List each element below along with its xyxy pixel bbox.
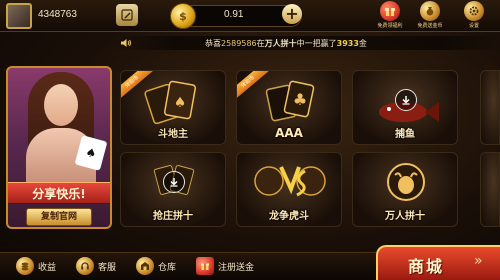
coin-balance: 0.91 [224, 9, 244, 20]
announcement-middle: 在 [256, 39, 265, 48]
customer-service-label: 客服 [98, 262, 117, 273]
game-tile-fishing[interactable]: 捕鱼 [352, 70, 458, 145]
gear-icon [464, 1, 484, 21]
add-coins-button[interactable]: + [282, 4, 302, 24]
warehouse-label: 仓库 [158, 262, 177, 273]
gift-ball-icon [380, 1, 400, 21]
warehouse-icon [136, 257, 154, 275]
customer-service-button[interactable]: 客服 [76, 255, 116, 277]
register-bonus-button[interactable]: 注册送金 [196, 255, 254, 277]
svg-text:♠: ♠ [174, 95, 187, 111]
promo-hostess-face [44, 84, 78, 126]
coin-stack-icon [16, 257, 34, 275]
game-tile-doudizhu[interactable]: 体验场 ♠ 斗地主 [120, 70, 226, 145]
coin-bag-icon [420, 1, 440, 21]
game-tile-wanren[interactable]: 万人拼十 [352, 152, 458, 227]
shop-label: 商城 [408, 257, 445, 276]
avatar[interactable] [6, 3, 32, 29]
svg-text:$: $ [179, 10, 187, 23]
bull-emblem-icon [387, 163, 425, 201]
gift-box-icon [196, 257, 214, 275]
game-tile-partial[interactable] [480, 152, 500, 227]
promo-ribbon: 分享快乐! [8, 182, 110, 204]
game-tile-partial[interactable] [480, 70, 500, 145]
game-name: AAA [275, 126, 303, 140]
earnings-button[interactable]: 收益 [16, 255, 56, 277]
announcement-win-text: 中一把赢了 [296, 39, 337, 48]
speaker-icon [118, 36, 134, 50]
share-promo-card[interactable]: ♠ 分享快乐! 复制官网 [6, 66, 112, 229]
user-id: 4348763 [38, 9, 77, 20]
game-name: 斗地主 [158, 129, 188, 140]
copy-website-button[interactable]: 复制官网 [26, 208, 92, 226]
register-bonus-label: 注册送金 [218, 262, 255, 273]
headset-icon [76, 257, 94, 275]
download-icon[interactable] [163, 171, 185, 193]
game-tile-aaa[interactable]: 体验场 ♣ AAA [236, 70, 342, 145]
announcement-game: 万人拼十 [264, 39, 297, 48]
game-name: 龙争虎斗 [269, 211, 309, 222]
announcement-unit: 金 [358, 39, 367, 48]
free-coins-button[interactable]: 免费送金币 [412, 0, 448, 32]
edit-profile-button[interactable] [116, 4, 138, 26]
earnings-label: 收益 [38, 262, 57, 273]
warehouse-button[interactable]: 仓库 [136, 255, 176, 277]
settings-button[interactable]: 设置 [456, 0, 492, 32]
game-name: 抢庄拼十 [153, 211, 193, 222]
announcement-player-id: 2589586 [221, 39, 257, 48]
cards-icon: ♠ [144, 80, 197, 125]
game-name: 捕鱼 [395, 129, 415, 140]
coin-icon: $ [170, 3, 196, 29]
settings-label: 设置 [468, 23, 479, 29]
vs-emblem-icon [254, 166, 326, 197]
announcement-text: 恭喜2589586在万人拼十中一把赢了3933金 [205, 38, 367, 49]
free-welfare-label: 免费领福利 [377, 23, 403, 29]
club-card-icon: ♣ [265, 80, 315, 122]
free-welfare-button[interactable]: 免费领福利 [372, 0, 408, 32]
double-chevron-right-icon: » [474, 253, 483, 269]
announcement-prefix: 恭喜 [205, 39, 221, 48]
game-tile-qiangzhuang[interactable]: 抢庄拼十 [120, 152, 226, 227]
free-coins-label: 免费送金币 [417, 23, 443, 29]
shop-button[interactable]: 商城 » [376, 245, 500, 280]
game-name: 万人拼十 [385, 211, 425, 222]
game-tile-longhu[interactable]: 龙争虎斗 [236, 152, 342, 227]
svg-text:♣: ♣ [293, 90, 307, 109]
pencil-icon [121, 9, 133, 21]
announcement-amount: 3933 [336, 39, 359, 48]
download-icon[interactable] [395, 89, 417, 111]
